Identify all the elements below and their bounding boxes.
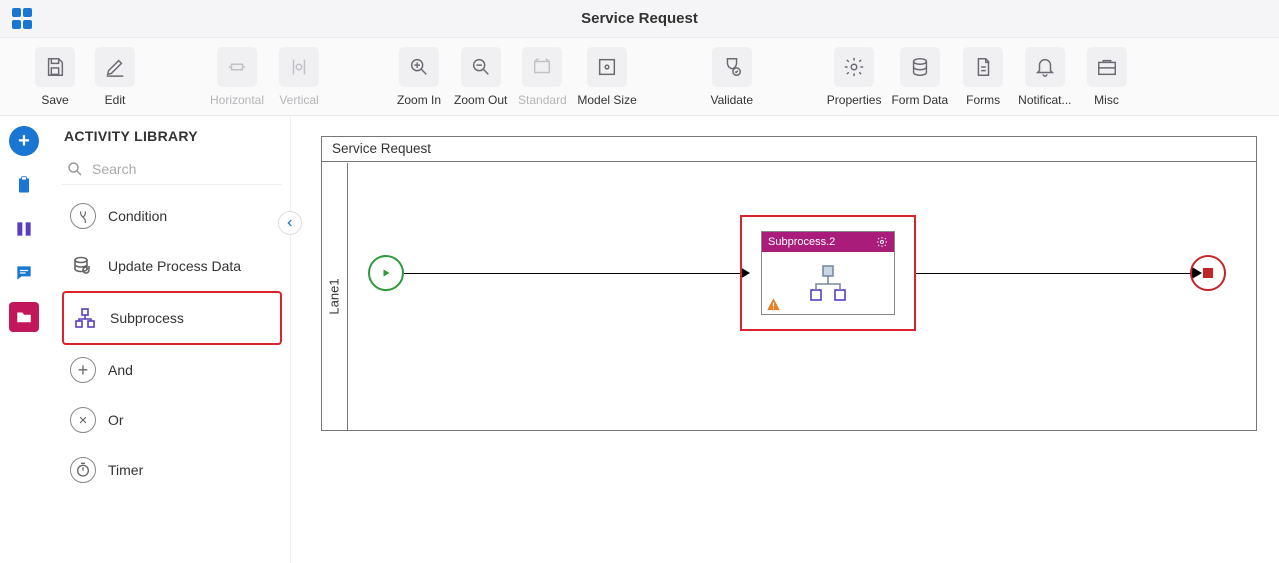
subprocess-node[interactable]: Subprocess.2 — [761, 231, 895, 315]
gear-icon[interactable] — [876, 236, 888, 248]
or-icon: × — [70, 407, 96, 433]
zoom-out-button[interactable]: Zoom Out — [454, 47, 507, 107]
play-icon — [380, 267, 392, 279]
page-title: Service Request — [581, 10, 698, 27]
subprocess-icon — [72, 305, 98, 331]
edit-button[interactable]: Edit — [90, 47, 140, 107]
library-item-label: Condition — [108, 208, 167, 224]
library-item-subprocess[interactable]: Subprocess — [62, 291, 282, 345]
subprocess-body — [762, 252, 894, 316]
form-data-label: Form Data — [891, 93, 948, 107]
library-item-condition[interactable]: Condition — [62, 191, 282, 241]
timer-icon — [70, 457, 96, 483]
canvas-title: Service Request — [321, 136, 1257, 162]
properties-label: Properties — [827, 93, 882, 107]
chat-icon[interactable] — [9, 258, 39, 288]
canvas-area: Service Request Lane1 Subprocess.2 — [291, 116, 1279, 563]
column-icon[interactable] — [9, 214, 39, 244]
collapse-sidebar-button[interactable] — [278, 211, 302, 235]
standard-button: Standard — [517, 47, 567, 107]
misc-button[interactable]: Misc — [1082, 47, 1132, 107]
library-item-timer[interactable]: Timer — [62, 445, 282, 495]
subprocess-title: Subprocess.2 — [768, 236, 835, 248]
library-item-label: And — [108, 362, 133, 378]
main: + ACTIVITY LIBRARY Condition — [0, 116, 1279, 563]
notifications-label: Notificat... — [1018, 93, 1071, 107]
subprocess-selection: Subprocess.2 — [740, 215, 916, 331]
warning-icon — [766, 297, 781, 312]
misc-label: Misc — [1094, 93, 1119, 107]
library-item-and[interactable]: + And — [62, 345, 282, 395]
properties-button[interactable]: Properties — [827, 47, 882, 107]
zoom-in-label: Zoom In — [397, 93, 441, 107]
notifications-button[interactable]: Notificat... — [1018, 47, 1071, 107]
subprocess-diagram-icon — [806, 264, 850, 304]
horizontal-button: Horizontal — [210, 47, 264, 107]
database-refresh-icon — [70, 253, 96, 279]
validate-button[interactable]: Validate — [707, 47, 757, 107]
model-size-label: Model Size — [577, 93, 636, 107]
lane-text: Lane1 — [327, 278, 342, 314]
form-data-button[interactable]: Form Data — [891, 47, 948, 107]
forms-button[interactable]: Forms — [958, 47, 1008, 107]
library-item-label: Update Process Data — [108, 258, 241, 274]
zoom-in-button[interactable]: Zoom In — [394, 47, 444, 107]
save-label: Save — [41, 93, 68, 107]
library-item-label: Timer — [108, 462, 143, 478]
library-item-or[interactable]: × Or — [62, 395, 282, 445]
search-row — [62, 154, 282, 185]
start-node[interactable] — [368, 255, 404, 291]
activity-library-panel: ACTIVITY LIBRARY Condition Update Proces… — [48, 116, 291, 563]
condition-icon — [70, 203, 96, 229]
library-item-label: Subprocess — [110, 310, 184, 326]
standard-label: Standard — [518, 93, 567, 107]
vertical-label: Vertical — [279, 93, 318, 107]
toolbar: Save Edit Horizontal Vertical Zoom In Zo… — [0, 38, 1279, 116]
and-icon: + — [70, 357, 96, 383]
forms-label: Forms — [966, 93, 1000, 107]
model-size-button[interactable]: Model Size — [577, 47, 636, 107]
horizontal-label: Horizontal — [210, 93, 264, 107]
edge — [404, 273, 740, 274]
folder-icon[interactable] — [9, 302, 39, 332]
add-button[interactable]: + — [9, 126, 39, 156]
app-header: Service Request — [0, 0, 1279, 38]
edit-label: Edit — [105, 93, 126, 107]
edge — [916, 273, 1192, 274]
library-item-label: Or — [108, 412, 124, 428]
save-button[interactable]: Save — [30, 47, 80, 107]
library-heading: ACTIVITY LIBRARY — [62, 128, 282, 144]
left-rail: + — [0, 116, 48, 563]
stop-icon — [1203, 268, 1213, 278]
clipboard-icon[interactable] — [9, 170, 39, 200]
chevron-left-icon — [285, 218, 295, 228]
search-input[interactable] — [92, 161, 278, 177]
zoom-out-label: Zoom Out — [454, 93, 507, 107]
library-item-update-process-data[interactable]: Update Process Data — [62, 241, 282, 291]
process-canvas[interactable]: Service Request Lane1 Subprocess.2 — [321, 136, 1257, 431]
lane-label: Lane1 — [322, 163, 348, 430]
vertical-button: Vertical — [274, 47, 324, 107]
search-icon — [66, 160, 84, 178]
subprocess-header: Subprocess.2 — [762, 232, 894, 252]
validate-label: Validate — [711, 93, 753, 107]
apps-icon[interactable] — [12, 8, 34, 30]
end-node[interactable] — [1190, 255, 1226, 291]
